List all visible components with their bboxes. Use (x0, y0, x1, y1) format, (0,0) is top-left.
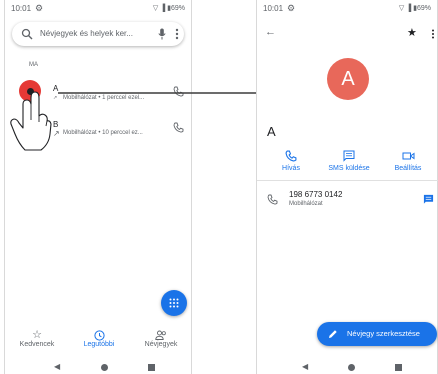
home-icon[interactable] (348, 364, 355, 371)
back-icon[interactable]: ◀ (302, 362, 308, 371)
phone-number-row[interactable]: 198 6773 0142 Mobilhálózat (257, 188, 438, 214)
search-placeholder: Névjegyek és helyek ker... (40, 29, 133, 38)
phone-icon (267, 194, 278, 205)
phone-icon (285, 150, 297, 162)
edit-contact-button[interactable]: Névjegy szerkesztése (317, 322, 437, 346)
tab-favorites[interactable]: ☆ Kedvencek (9, 329, 65, 349)
action-label: Hívás (282, 165, 300, 172)
back-icon[interactable]: ◀ (54, 362, 60, 371)
phone-number: 198 6773 0142 (289, 190, 343, 199)
contact-name: B (53, 120, 59, 129)
edit-contact-label: Névjegy szerkesztése (347, 329, 420, 338)
people-icon (155, 330, 166, 340)
action-label: Beállítás (394, 165, 422, 172)
home-icon[interactable] (101, 364, 108, 371)
bottom-nav: ☆ Kedvencek Legutóbbi Névjegyek (5, 330, 193, 354)
status-bar: 10:01 ⚙ ▽ ▐ ▮69% (11, 3, 185, 15)
gear-icon: ⚙ (35, 3, 44, 13)
star-outline-icon: ☆ (32, 329, 42, 341)
transition-arrow-icon (58, 86, 276, 100)
contact-avatar: A (327, 58, 369, 100)
call-log-screen: 10:01 ⚙ ▽ ▐ ▮69% Névjegyek és helyek ker… (4, 0, 192, 374)
recents-icon[interactable] (395, 364, 402, 371)
sms-action[interactable]: SMS küldése (319, 150, 379, 172)
tab-label: Névjegyek (144, 341, 178, 348)
contact-name: A (267, 124, 276, 139)
outgoing-call-icon: ↗ (53, 95, 58, 101)
call-detail: Mobilhálózat • 10 perccel ez... (63, 130, 143, 136)
tab-label: Legutóbbi (83, 341, 115, 348)
dialpad-icon (169, 298, 179, 308)
dialpad-button[interactable] (161, 290, 187, 316)
tab-label: Kedvencek (19, 341, 55, 348)
phone-icon[interactable] (173, 122, 184, 133)
recents-icon[interactable] (148, 364, 155, 371)
section-header: MA (29, 62, 38, 68)
pencil-icon (329, 330, 337, 338)
status-indicators: ▽ ▐ ▮69% (398, 5, 431, 12)
video-action[interactable]: Beállítás (379, 150, 437, 172)
phone-type: Mobilhálózat (289, 201, 323, 207)
search-icon (21, 28, 33, 40)
call-action[interactable]: Hívás (261, 150, 321, 172)
gear-icon: ⚙ (287, 3, 296, 13)
more-vert-icon[interactable] (431, 29, 435, 39)
video-icon (402, 152, 414, 160)
search-bar[interactable]: Névjegyek és helyek ker... (12, 22, 184, 46)
message-icon (343, 150, 355, 162)
contact-detail-screen: 10:01 ⚙ ▽ ▐ ▮69% ← ★ A A Hívás SMS küldé… (256, 0, 438, 374)
tap-hand-icon (10, 91, 52, 151)
tab-recents[interactable]: Legutóbbi (71, 330, 127, 348)
message-icon[interactable] (423, 194, 434, 205)
status-time: 10:01 (11, 4, 32, 13)
status-bar: 10:01 ⚙ ▽ ▐ ▮69% (263, 3, 431, 15)
tab-contacts[interactable]: Névjegyek (133, 330, 189, 348)
star-icon[interactable]: ★ (407, 26, 417, 39)
more-vert-icon[interactable] (175, 28, 179, 40)
clock-icon (93, 330, 105, 341)
action-label: SMS küldése (328, 165, 370, 172)
divider (257, 180, 438, 181)
back-arrow-icon[interactable]: ← (265, 26, 276, 38)
mic-icon[interactable] (158, 28, 166, 40)
status-time: 10:01 (263, 4, 284, 13)
outgoing-call-icon: ↗ (53, 129, 60, 138)
status-indicators: ▽ ▐ ▮69% (152, 5, 185, 12)
